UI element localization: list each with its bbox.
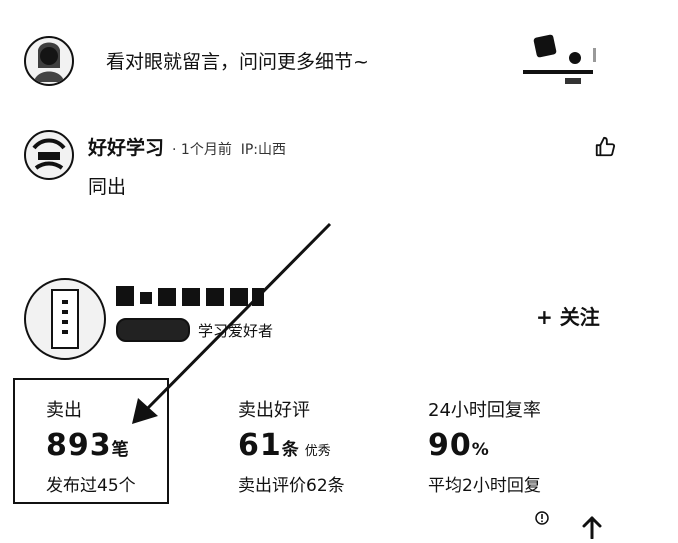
stat-tag: 优秀 — [304, 444, 331, 459]
stat-unit: 笔 — [111, 440, 129, 460]
level-badge — [116, 318, 190, 342]
stat-sub: 卖出评价62条 — [238, 476, 345, 496]
top-comment-text: 看对眼就留言，问问更多细节~ — [106, 51, 369, 73]
avatar-image — [32, 138, 66, 170]
avatar-image — [51, 289, 79, 349]
commenter-username[interactable]: 好好学习 — [88, 133, 164, 160]
stat-sub: 发布过45个 — [46, 476, 136, 496]
stat-reply-rate[interactable]: 24小时回复率 90 % 平均2小时回复 — [428, 396, 541, 496]
stat-value: 893 — [46, 428, 112, 463]
seller-name-redacted — [116, 284, 266, 308]
report-icon[interactable] — [535, 510, 549, 525]
arrow-up-icon[interactable] — [580, 514, 604, 540]
stat-label: 卖出 — [46, 400, 82, 421]
seller-badge-label: 学习爱好者 — [198, 321, 274, 340]
seller-avatar[interactable] — [24, 278, 106, 360]
sticker-image — [515, 28, 607, 92]
stat-sub: 平均2小时回复 — [428, 476, 541, 496]
stat-good-reviews[interactable]: 卖出好评 61 条 优秀 卖出评价62条 — [238, 396, 345, 496]
comment-meta: · 1个月前 IP:山西 — [172, 142, 287, 158]
thumbs-up-icon[interactable] — [594, 136, 616, 158]
avatar-image — [34, 42, 64, 82]
stat-value: 61 — [238, 428, 282, 463]
stat-sold[interactable]: 卖出 893 笔 发布过45个 — [46, 396, 136, 496]
stat-unit: % — [471, 440, 489, 460]
top-commenter-avatar[interactable] — [24, 36, 74, 86]
stat-label: 卖出好评 — [238, 400, 310, 421]
comment-text: 同出 — [88, 176, 127, 198]
stat-value: 90 — [428, 428, 472, 463]
stat-unit: 条 — [281, 440, 299, 460]
stat-label: 24小时回复率 — [428, 400, 541, 421]
follow-button[interactable]: + 关注 — [536, 301, 600, 330]
commenter-avatar[interactable] — [24, 130, 74, 180]
